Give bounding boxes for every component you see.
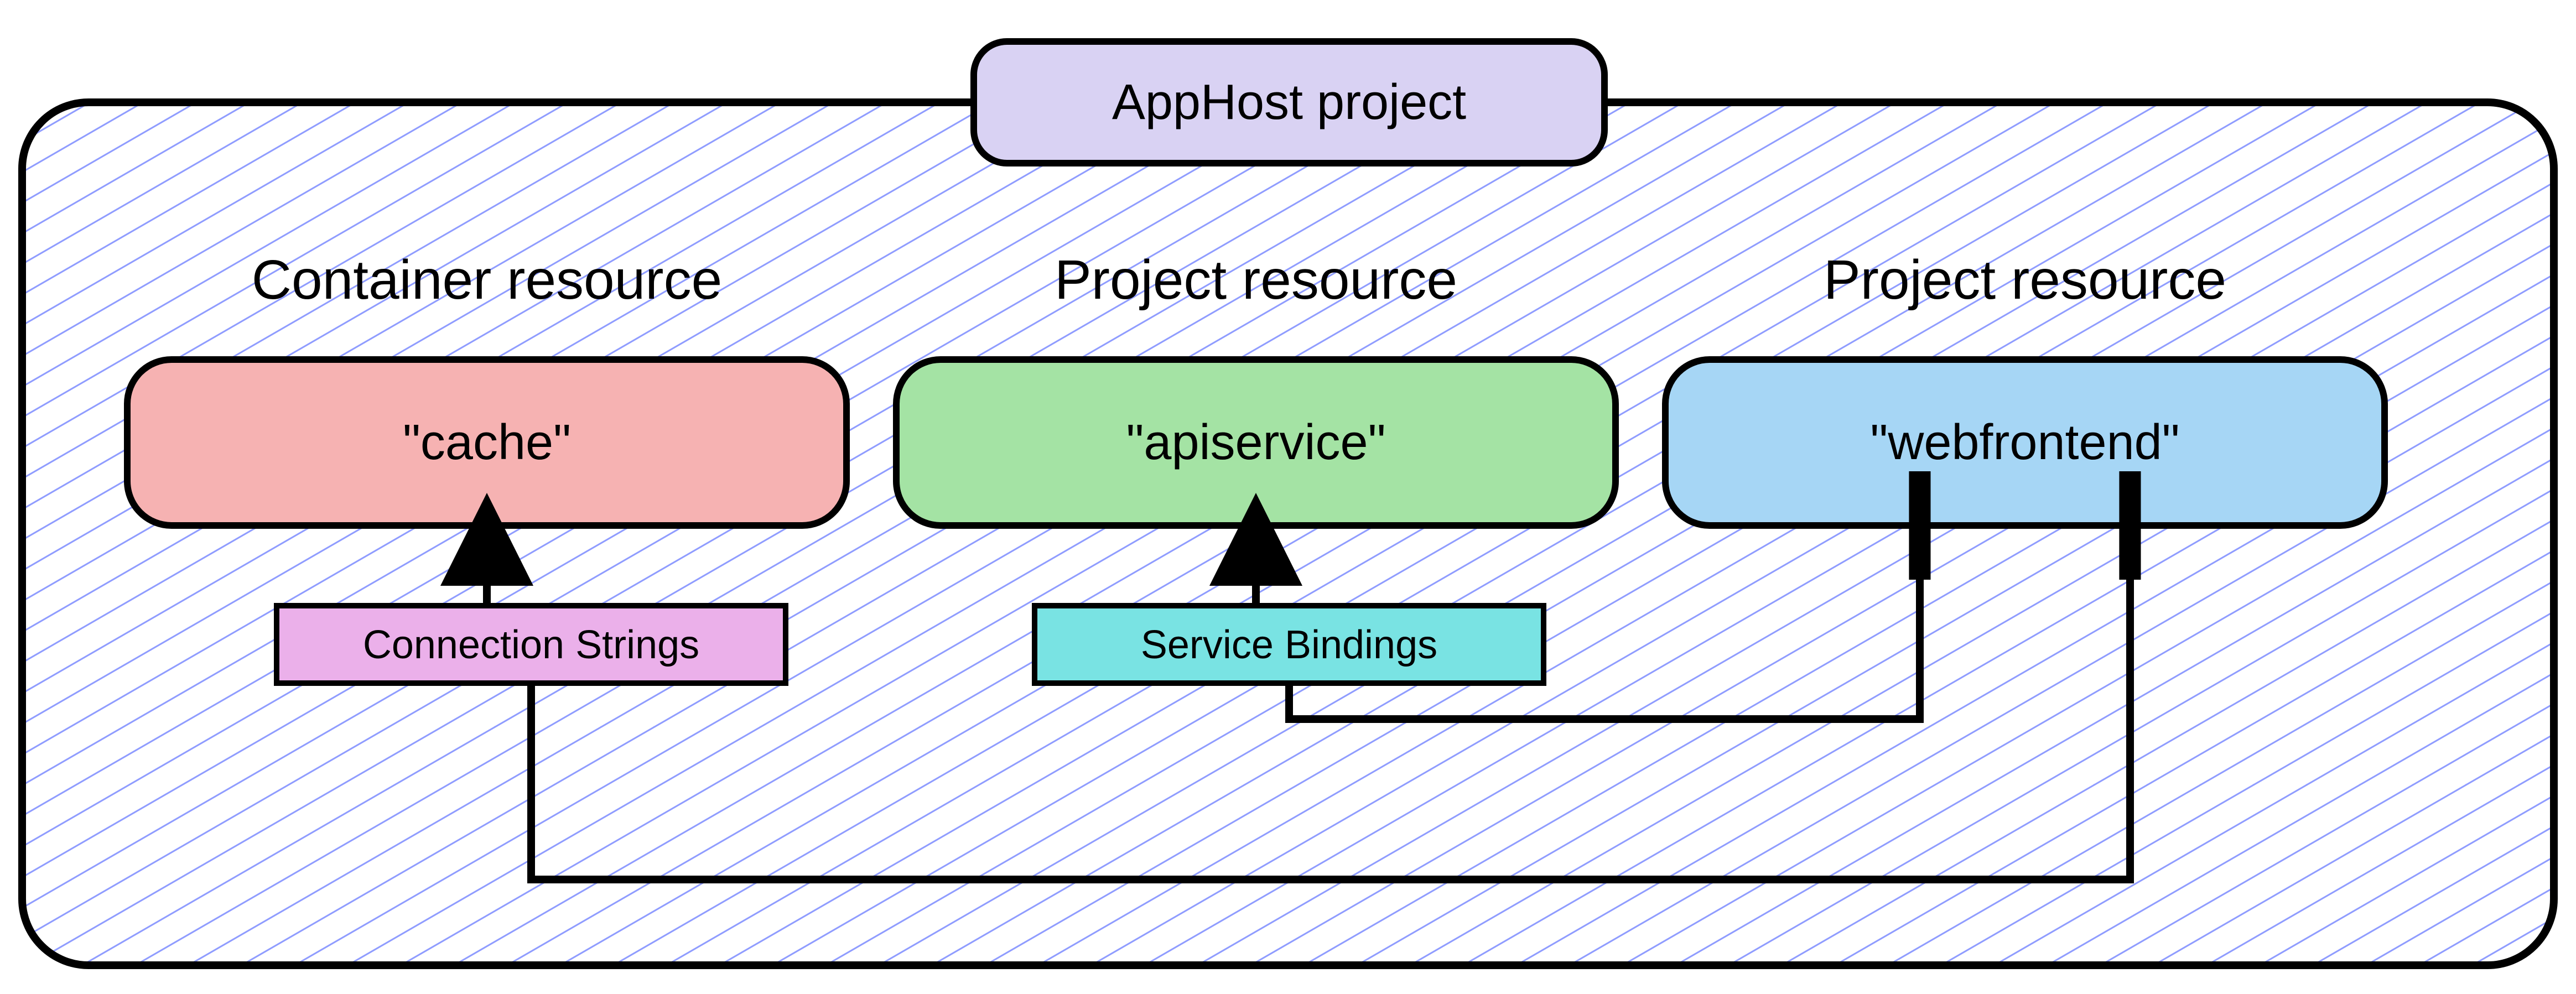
node-webfrontend: "webfrontend" (1665, 360, 2385, 525)
apphost-title-box: AppHost project (974, 41, 1604, 163)
link-service-bindings: Service Bindings (1035, 606, 1544, 683)
node-webfrontend-label: "webfrontend" (1870, 415, 2179, 470)
heading-project-resource-api: Project resource (1055, 249, 1457, 311)
apphost-diagram: AppHost project Container resource Proje… (0, 0, 2576, 994)
heading-container-resource: Container resource (252, 249, 722, 311)
link-connection-strings: Connection Strings (277, 606, 786, 683)
heading-project-resource-web: Project resource (1824, 249, 2226, 311)
apphost-container (22, 102, 2554, 965)
node-cache-label: "cache" (403, 415, 571, 470)
node-apiservice-label: "apiservice" (1126, 415, 1385, 470)
node-cache: "cache" (127, 360, 846, 525)
apphost-title-label: AppHost project (1112, 75, 1466, 130)
service-bindings-label: Service Bindings (1141, 623, 1437, 667)
node-apiservice: "apiservice" (896, 360, 1616, 525)
connection-strings-label: Connection Strings (363, 623, 699, 667)
